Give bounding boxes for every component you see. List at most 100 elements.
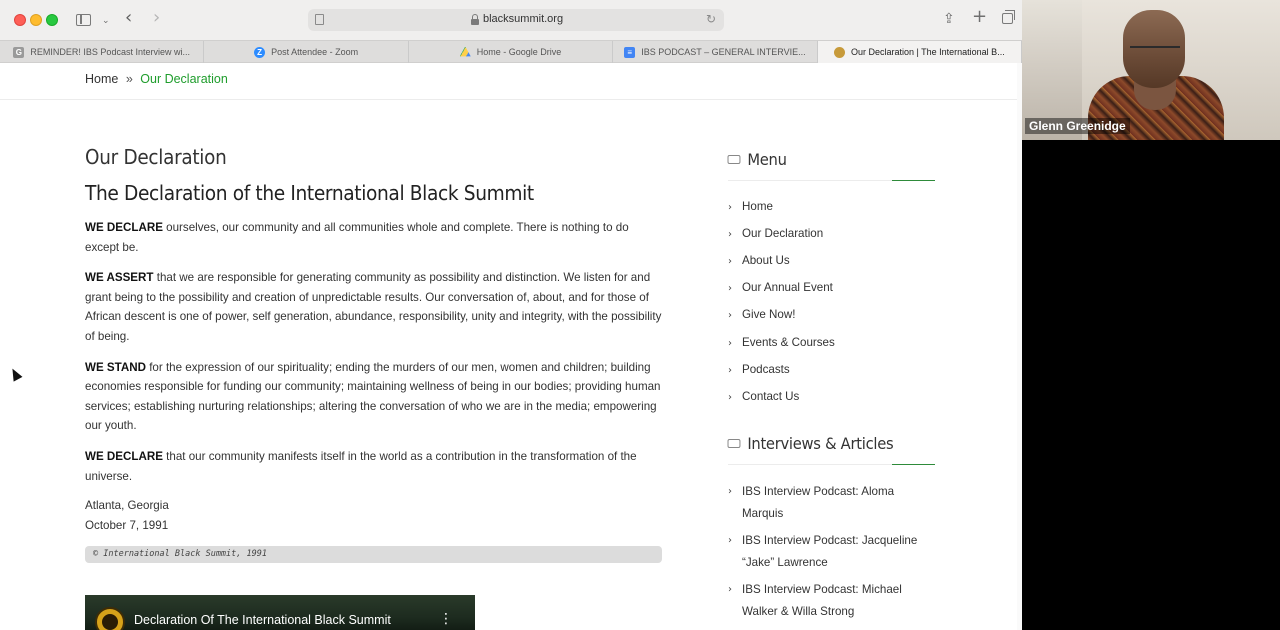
tab-title: REMINDER! IBS Podcast Interview wi...: [30, 47, 190, 57]
zoom-video-tile[interactable]: Glenn Greenidge: [1022, 0, 1280, 140]
declaration-paragraph: WE DECLARE ourselves, our community and …: [85, 218, 665, 257]
paragraph-text: that our community manifests itself in t…: [85, 449, 637, 483]
zoom-window-button[interactable]: [46, 14, 58, 26]
declaration-place: Atlanta, Georgia: [85, 499, 169, 513]
participant-glasses: [1130, 46, 1180, 56]
tab-google-drive[interactable]: Home - Google Drive: [409, 41, 614, 63]
zoom-icon: Z: [254, 46, 266, 58]
paragraph-lead: WE STAND: [85, 360, 146, 374]
breadcrumb-current: Our Declaration: [140, 72, 228, 86]
tab-title: Home - Google Drive: [476, 47, 562, 57]
paragraph-lead: WE DECLARE: [85, 221, 163, 234]
menu-item-label[interactable]: Events & Courses: [742, 336, 835, 349]
hand-pointer-icon: [727, 439, 741, 448]
copyright-note: © International Black Summit, 1991: [85, 546, 662, 563]
article-link-label[interactable]: IBS Interview Podcast: Michael Walker & …: [742, 583, 902, 618]
main-content: Our Declaration The Declaration of the I…: [85, 145, 665, 535]
video-title[interactable]: Declaration Of The International Black S…: [134, 613, 391, 627]
widget-divider: [728, 464, 935, 465]
articles-widget-title: Interviews & Articles: [727, 434, 894, 453]
menu-widget-title: Menu: [727, 150, 787, 169]
url-text[interactable]: blacksummit.org: [483, 13, 563, 25]
forward-arrow-icon[interactable]: ›: [153, 9, 160, 27]
menu-item-label[interactable]: Our Declaration: [742, 227, 823, 240]
tab-title: IBS PODCAST – GENERAL INTERVIE...: [641, 47, 806, 57]
breadcrumb-bar: Home » Our Declaration: [0, 63, 1022, 100]
address-bar[interactable]: blacksummit.org ↻: [308, 9, 724, 31]
browser-window: ⌄ ‹ › blacksummit.org ↻ ⇪ + G REMINDER! …: [0, 0, 1022, 630]
chevron-right-icon: ›: [728, 310, 732, 321]
article-link[interactable]: › IBS Interview Podcast: Aloma Marquis: [728, 481, 938, 524]
article-link[interactable]: › IBS Interview Podcast: Michael Walker &…: [728, 579, 938, 622]
browser-toolbar: ⌄ ‹ › blacksummit.org ↻ ⇪ +: [0, 0, 1022, 40]
tab-ibs-podcast-doc[interactable]: ≡ IBS PODCAST – GENERAL INTERVIE...: [613, 41, 818, 63]
tab-gmail-reminder[interactable]: G REMINDER! IBS Podcast Interview wi...: [0, 41, 205, 63]
tab-title: Our Declaration | The International B...: [850, 47, 1005, 57]
chevron-right-icon: ›: [728, 256, 732, 267]
menu-item-label[interactable]: Our Annual Event: [742, 281, 833, 294]
menu-item-give-now[interactable]: › Give Now!: [728, 308, 795, 321]
back-arrow-icon[interactable]: ‹: [125, 9, 132, 27]
chevron-right-icon: ›: [728, 392, 732, 403]
widget-divider: [728, 180, 935, 181]
participant-name-label: Glenn Greenidge: [1025, 118, 1130, 134]
web-page: Home » Our Declaration Our Declaration T…: [0, 63, 1022, 630]
article-link[interactable]: › IBS Interview Podcast: Jacqueline “Jake…: [728, 530, 938, 573]
menu-item-label[interactable]: Give Now!: [742, 308, 795, 321]
menu-item-home[interactable]: › Home: [728, 200, 773, 213]
drive-icon: [459, 46, 471, 57]
minimize-window-button[interactable]: [30, 14, 42, 26]
declaration-signoff: Atlanta, Georgia October 7, 1991: [85, 496, 665, 535]
tab-title: Post Attendee - Zoom: [271, 47, 359, 57]
breadcrumb-home-link[interactable]: Home: [85, 72, 118, 86]
chevron-down-icon[interactable]: ⌄: [102, 12, 110, 30]
declaration-paragraph: WE ASSERT that we are responsible for ge…: [85, 268, 665, 346]
menu-item-annual-event[interactable]: › Our Annual Event: [728, 281, 833, 294]
tab-bar: G REMINDER! IBS Podcast Interview wi... …: [0, 40, 1022, 63]
paragraph-lead: WE ASSERT: [85, 271, 154, 285]
paragraph-text: for the expression of our spirituality; …: [85, 360, 661, 433]
chevron-right-icon: ›: [728, 202, 732, 213]
declaration-paragraph: WE STAND for the expression of our spiri…: [85, 358, 665, 436]
article-link-label[interactable]: IBS Interview Podcast: Jacqueline “Jake”…: [742, 534, 917, 569]
articles-title-text: Interviews & Articles: [747, 434, 894, 453]
new-tab-icon[interactable]: +: [972, 8, 987, 26]
menu-item-label[interactable]: Podcasts: [742, 363, 790, 376]
channel-logo-icon[interactable]: [95, 607, 125, 630]
breadcrumb: Home » Our Declaration: [85, 72, 228, 86]
video-embed[interactable]: Declaration Of The International Black S…: [85, 595, 475, 630]
chevron-right-icon: ›: [728, 338, 732, 349]
declaration-heading: The Declaration of the International Bla…: [85, 181, 534, 205]
page-scrollbar[interactable]: [1017, 63, 1022, 630]
gmail-icon: G: [13, 46, 25, 58]
menu-item-label[interactable]: Contact Us: [742, 390, 799, 403]
menu-item-label[interactable]: About Us: [742, 254, 790, 267]
menu-title-text: Menu: [747, 150, 787, 169]
paragraph-text: ourselves, our community and all communi…: [85, 221, 629, 254]
tab-zoom[interactable]: Z Post Attendee - Zoom: [204, 41, 409, 63]
chevron-right-icon: ›: [728, 365, 732, 376]
page-title: Our Declaration: [85, 145, 227, 169]
site-icon: [833, 46, 845, 58]
menu-item-our-declaration[interactable]: › Our Declaration: [728, 227, 823, 240]
hand-pointer-icon: [727, 155, 741, 164]
menu-item-podcasts[interactable]: › Podcasts: [728, 363, 790, 376]
menu-item-label[interactable]: Home: [742, 200, 773, 213]
share-icon[interactable]: ⇪: [943, 10, 955, 28]
tab-overview-icon[interactable]: [1002, 10, 1015, 24]
declaration-date: October 7, 1991: [85, 518, 169, 532]
article-link-label[interactable]: IBS Interview Podcast: Aloma Marquis: [742, 485, 894, 520]
chevron-right-icon: ›: [728, 229, 732, 240]
close-window-button[interactable]: [14, 14, 26, 26]
declaration-paragraph: WE DECLARE that our community manifests …: [85, 447, 665, 486]
tab-our-declaration[interactable]: Our Declaration | The International B...: [817, 41, 1022, 63]
lock-icon: [471, 14, 479, 25]
menu-item-events-courses[interactable]: › Events & Courses: [728, 336, 835, 349]
breadcrumb-separator: »: [125, 72, 133, 86]
reload-icon[interactable]: ↻: [706, 12, 716, 26]
sidebar-toggle-icon[interactable]: [76, 14, 91, 26]
menu-item-contact-us[interactable]: › Contact Us: [728, 390, 799, 403]
more-vertical-icon[interactable]: ⋮: [439, 611, 453, 627]
menu-item-about-us[interactable]: › About Us: [728, 254, 790, 267]
page-menu-icon[interactable]: [315, 14, 324, 25]
